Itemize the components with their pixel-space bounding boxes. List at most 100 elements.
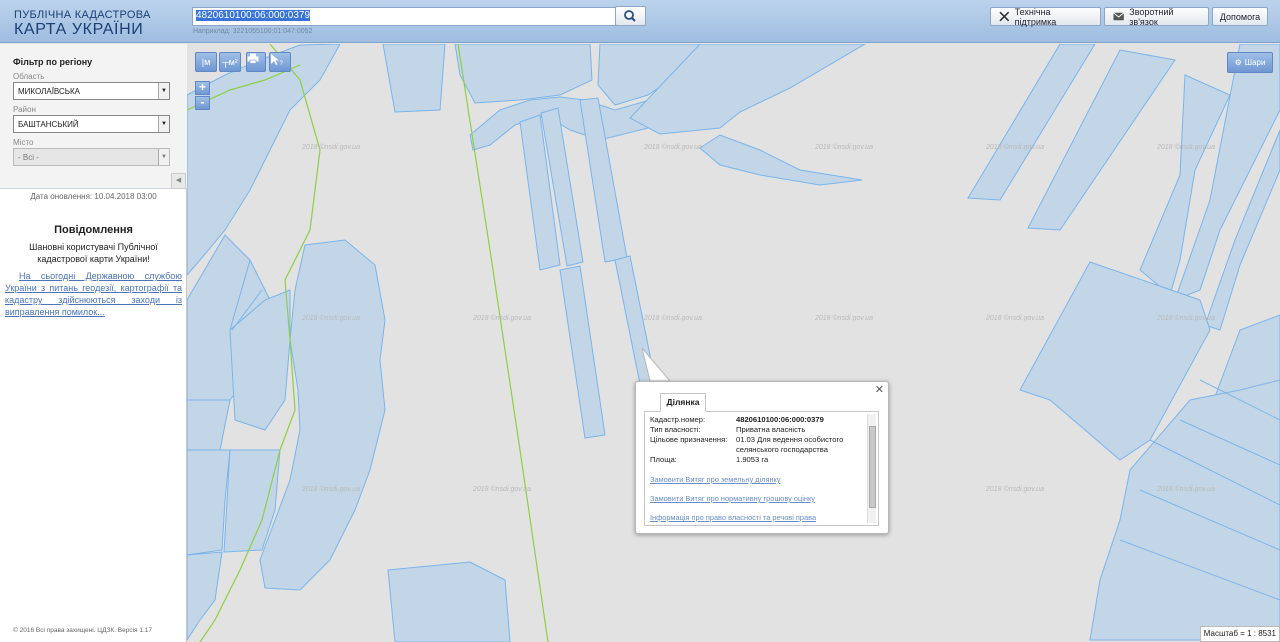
map-watermark: 2018 ©nsdi.gov.ua: [1156, 314, 1215, 322]
support-button[interactable]: Технічна підтримка: [990, 6, 1101, 27]
tools-icon: [999, 11, 1010, 22]
layers-button[interactable]: ⚙ Шари: [1227, 52, 1273, 73]
collapse-sidebar-button[interactable]: ◀: [171, 173, 186, 189]
map-watermark: 2018 ©nsdi.gov.ua: [643, 314, 702, 322]
map-watermark: 2018 ©nsdi.gov.ua: [985, 143, 1044, 151]
order-valuation-link[interactable]: Замовити Витяг про нормативну грошову оц…: [650, 494, 873, 503]
map-watermark: 2018 ©nsdi.gov.ua: [301, 314, 360, 322]
map-watermark: 2018 ©nsdi.gov.ua: [985, 314, 1044, 322]
info-row: Цільове призначення: 01.03 Для ведення о…: [650, 435, 873, 455]
parcel-layer: 2018 ©nsdi.gov.ua 2018 ©nsdi.gov.ua 2018…: [187, 44, 1280, 642]
popup-scrollbar[interactable]: [867, 414, 876, 523]
region-select[interactable]: МИКОЛАЇВСЬКА ▼: [13, 82, 170, 100]
land-parcel: [187, 551, 223, 641]
info-key: Кадастр.номер:: [650, 415, 706, 424]
print-button[interactable]: [246, 52, 266, 72]
feedback-button[interactable]: Зворотний зв'язок: [1104, 6, 1209, 27]
header: ПУБЛІЧНА КАДАСТРОВА КАРТА УКРАЇНИ 482061…: [0, 0, 1280, 43]
help-label: Допомога: [1219, 11, 1261, 22]
feedback-label: Зворотний зв'язок: [1129, 6, 1174, 27]
info-value: 01.03 Для ведення особистого селянського…: [736, 435, 844, 454]
land-parcel: [559, 265, 606, 439]
map-watermark: 2018 ©nsdi.gov.ua: [1156, 485, 1215, 493]
gear-icon: ⚙: [1234, 58, 1242, 67]
logo-line-1: ПУБЛІЧНА КАДАСТРОВА: [14, 9, 151, 21]
filter-title: Фільтр по регіону: [13, 57, 93, 67]
search-input[interactable]: 4820610100:06:000:0379: [192, 7, 616, 26]
layers-label: Шари: [1244, 58, 1266, 67]
info-key: Цільове призначення:: [650, 435, 728, 444]
notification-greeting: Шановні користувачі Публічної кадастрово…: [29, 242, 158, 264]
zoom-in-button[interactable]: +: [195, 81, 210, 95]
chevron-down-icon: ▼: [158, 116, 169, 132]
land-parcel: [699, 134, 863, 186]
search-icon: [624, 10, 636, 22]
city-value: - Всі -: [18, 153, 39, 162]
map-watermark: 2018 ©nsdi.gov.ua: [643, 143, 702, 151]
chevron-left-icon: ◀: [175, 177, 182, 184]
printer-icon: [247, 53, 259, 64]
map-watermark: 2018 ©nsdi.gov.ua: [814, 314, 873, 322]
help-button[interactable]: Допомога: [1212, 7, 1268, 26]
scale-indicator: Масштаб = 1 : 8531: [1199, 626, 1280, 642]
info-value: 4820610100:06:000:0379: [736, 415, 824, 424]
city-select[interactable]: - Всі - ▼: [13, 148, 170, 166]
measure-area-button[interactable]: ┬м²: [219, 52, 241, 72]
parcel-info-popup: ✕ Ділянка Кадастр.номер: 4820610100:06:0…: [635, 381, 889, 534]
measure-distance-button[interactable]: |м: [195, 52, 217, 72]
info-value: 1.9053 га: [736, 455, 769, 464]
land-parcel: [187, 449, 231, 556]
svg-text:?: ?: [280, 61, 284, 66]
popup-content: Кадастр.номер: 4820610100:06:000:0379 Ти…: [644, 411, 879, 526]
info-row: Площа: 1.9053 га: [650, 455, 873, 465]
identify-button[interactable]: ?: [269, 52, 291, 72]
map-watermark: 2018 ©nsdi.gov.ua: [814, 143, 873, 151]
map-canvas[interactable]: 2018 ©nsdi.gov.ua 2018 ©nsdi.gov.ua 2018…: [187, 44, 1280, 642]
district-value: БАШТАНСЬКИЙ: [18, 120, 79, 129]
info-value: Приватна власність: [736, 425, 806, 434]
map-watermark: 2018 ©nsdi.gov.ua: [301, 485, 360, 493]
land-parcel: [187, 399, 231, 451]
info-row: Тип власності: Приватна власність: [650, 425, 873, 435]
search-button[interactable]: [615, 6, 646, 26]
logo[interactable]: ПУБЛІЧНА КАДАСТРОВА КАРТА УКРАЇНИ: [14, 9, 151, 38]
chevron-down-icon: ▼: [158, 149, 169, 165]
region-label: Область: [13, 72, 45, 81]
update-date: Дата оновлення: 10.04.2018 03:00: [30, 192, 157, 201]
area-ruler-icon: ┬м²: [222, 57, 238, 67]
info-key: Тип власності:: [650, 425, 701, 434]
map-watermark: 2018 ©nsdi.gov.ua: [985, 485, 1044, 493]
cursor-question-icon: ?: [271, 54, 284, 66]
map-watermark: 2018 ©nsdi.gov.ua: [472, 485, 531, 493]
notification-title: Повідомлення: [54, 224, 133, 236]
envelope-icon: [1113, 12, 1125, 21]
chevron-down-icon: ▼: [158, 83, 169, 99]
region-value: МИКОЛАЇВСЬКА: [18, 87, 81, 96]
logo-line-2: КАРТА УКРАЇНИ: [14, 21, 144, 38]
land-parcel: [387, 561, 511, 642]
land-parcel: [454, 44, 593, 104]
land-parcel: [382, 44, 446, 113]
land-parcel: [259, 239, 386, 591]
support-label: Технічна підтримка: [1014, 6, 1057, 27]
sidebar: Фільтр по регіону Область МИКОЛАЇВСЬКА ▼…: [0, 44, 187, 642]
ownership-info-link[interactable]: Інформація про право власності та речові…: [650, 513, 873, 522]
zoom-out-button[interactable]: -: [195, 96, 210, 110]
map-watermark: 2018 ©nsdi.gov.ua: [472, 314, 531, 322]
close-icon[interactable]: ✕: [875, 383, 884, 396]
district-select[interactable]: БАШТАНСЬКИЙ ▼: [13, 115, 170, 133]
ruler-icon: |м: [201, 57, 211, 67]
map-watermark: 2018 ©nsdi.gov.ua: [301, 143, 360, 151]
notification-link[interactable]: На сьогодні Державною службою України з …: [5, 270, 182, 318]
order-extract-link[interactable]: Замовити Витяг про земельну ділянку: [650, 475, 873, 484]
city-label: Місто: [13, 138, 34, 147]
land-parcel: [187, 44, 341, 276]
info-key: Площа:: [650, 455, 677, 464]
district-label: Район: [13, 105, 36, 114]
search-input-value: 4820610100:06:000:0379: [196, 10, 311, 21]
scrollbar-thumb[interactable]: [869, 426, 876, 508]
tab-parcel[interactable]: Ділянка: [660, 393, 706, 412]
region-filter: Фільтр по регіону Область МИКОЛАЇВСЬКА ▼…: [0, 44, 187, 189]
search-hint: Наприклад: 3221055100:01:047:0052: [193, 28, 313, 35]
map-watermark: 2018 ©nsdi.gov.ua: [1156, 143, 1215, 151]
